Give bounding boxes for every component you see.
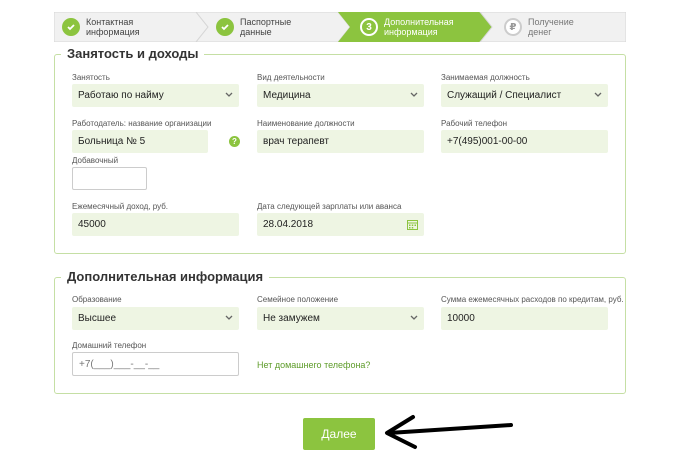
step-number-badge: 3 (360, 18, 378, 36)
check-icon (62, 18, 80, 36)
employment-section: Занятость и доходы Занятость Работаю по … (54, 46, 626, 254)
monthly-income-value: 45000 (78, 219, 106, 230)
next-button[interactable]: Далее (303, 418, 375, 450)
work-phone-label: Рабочий телефон (441, 119, 508, 128)
additional-info-section: Дополнительная информация Образование Вы… (54, 269, 626, 394)
activity-label: Вид деятельности (257, 73, 325, 82)
position-value: Служащий / Специалист (447, 90, 562, 101)
step-label-line2: денег (528, 27, 552, 37)
employment-type-select[interactable]: Работаю по найму (72, 84, 239, 107)
credit-expenses-label: Сумма ежемесячных расходов по кредитам, … (441, 295, 624, 304)
step-receive-money: ₽ Получение денег (504, 12, 574, 42)
credit-expenses-input[interactable]: 10000 (441, 307, 608, 330)
job-title-input[interactable]: врач терапевт (257, 130, 424, 153)
no-home-phone-link[interactable]: Нет домашнего телефона? (257, 360, 370, 370)
chevron-down-icon (225, 92, 233, 97)
job-title-value: врач терапевт (263, 136, 330, 147)
home-phone-value: +7(___)___-__-__ (79, 358, 160, 370)
job-title-label: Наименование должности (257, 119, 355, 128)
check-icon (216, 18, 234, 36)
position-select[interactable]: Служащий / Специалист (441, 84, 608, 107)
salary-date-input[interactable]: 28.04.2018 (257, 213, 424, 236)
calendar-icon[interactable] (407, 219, 418, 230)
chevron-down-icon (410, 92, 418, 97)
section-title: Дополнительная информация (61, 269, 270, 284)
ruble-icon: ₽ (504, 18, 522, 36)
pointer-arrow-icon (385, 415, 513, 449)
position-label: Занимаемая должность (441, 73, 530, 82)
activity-select[interactable]: Медицина (257, 84, 424, 107)
step-passport-data[interactable]: Паспортные данные (216, 12, 291, 42)
step-label-line1: Дополнительная (384, 17, 454, 27)
education-value: Высшее (78, 313, 117, 324)
monthly-income-label: Ежемесячный доход, руб. (72, 202, 169, 211)
chevron-down-icon (410, 315, 418, 320)
step-label-line1: Паспортные (240, 17, 292, 27)
work-phone-input[interactable]: +7(495)001-00-00 (441, 130, 608, 153)
activity-value: Медицина (263, 90, 311, 101)
step-additional-info: 3 Дополнительная информация (360, 12, 454, 42)
salary-date-value: 28.04.2018 (263, 219, 314, 230)
education-select[interactable]: Высшее (72, 307, 239, 330)
employer-label: Работодатель: название организации (72, 119, 212, 128)
home-phone-input[interactable]: +7(___)___-__-__ (72, 352, 239, 376)
education-label: Образование (72, 295, 122, 304)
step-label-line2: информация (86, 27, 140, 37)
marital-status-select[interactable]: Не замужем (257, 307, 424, 330)
step-contact-info[interactable]: Контактная информация (62, 12, 140, 42)
extension-input[interactable] (72, 167, 147, 190)
marital-status-value: Не замужем (263, 313, 320, 324)
chevron-down-icon (594, 92, 602, 97)
employer-input[interactable]: Больница № 5 (72, 130, 208, 153)
home-phone-label: Домашний телефон (72, 341, 147, 350)
credit-expenses-value: 10000 (447, 313, 475, 324)
section-title: Занятость и доходы (61, 46, 205, 61)
extension-label: Добавочный (72, 156, 119, 165)
step-label-line1: Получение (528, 17, 574, 27)
monthly-income-input[interactable]: 45000 (72, 213, 239, 236)
employer-value: Больница № 5 (78, 136, 146, 147)
employment-type-value: Работаю по найму (78, 90, 164, 101)
marital-status-label: Семейное положение (257, 295, 339, 304)
work-phone-value: +7(495)001-00-00 (447, 136, 528, 147)
employment-type-label: Занятость (72, 73, 110, 82)
step-label-line2: информация (384, 27, 438, 37)
step-label-line1: Контактная (86, 17, 134, 27)
help-icon[interactable]: ? (229, 136, 240, 147)
progress-stepper: Контактная информация Паспортные данные … (54, 12, 626, 42)
step-label-line2: данные (240, 27, 272, 37)
salary-date-label: Дата следующей зарплаты или аванса (257, 202, 402, 211)
chevron-down-icon (225, 315, 233, 320)
